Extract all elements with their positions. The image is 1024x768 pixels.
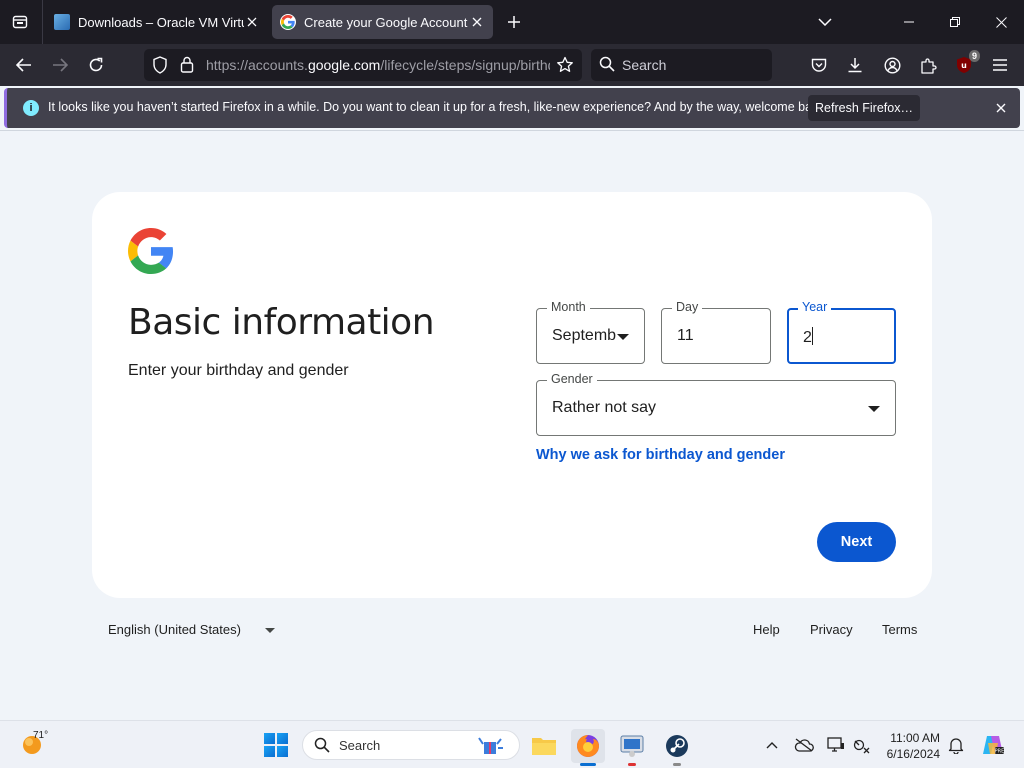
terms-link[interactable]: Terms <box>882 622 917 637</box>
tracking-protection-shield-icon[interactable] <box>152 56 168 79</box>
tab-virtualbox-downloads[interactable]: Downloads – Oracle VM VirtualBox <box>46 5 268 39</box>
clock-date: 6/16/2024 <box>886 747 940 761</box>
url-domain: google.com <box>307 57 381 73</box>
info-icon: i <box>23 100 39 116</box>
show-hidden-icons-chevron-up-icon[interactable] <box>762 735 782 755</box>
windows-taskbar: 71° Search 11:00 AM 6/16/2024 PRE <box>0 720 1024 768</box>
account-icon[interactable] <box>879 52 905 78</box>
clock-time: 11:00 AM <box>890 731 940 745</box>
onedrive-offline-icon[interactable] <box>794 735 814 755</box>
search-icon <box>314 737 330 758</box>
svg-text:u: u <box>961 61 967 70</box>
steam-taskbar-icon[interactable] <box>660 729 694 766</box>
close-tab-icon[interactable] <box>469 14 485 30</box>
new-tab-plus-icon[interactable] <box>504 12 524 32</box>
copilot-icon[interactable]: PRE <box>980 732 1006 758</box>
address-bar[interactable]: https://accounts.google.com/lifecycle/st… <box>144 49 582 81</box>
search-highlight-gift-icon <box>475 736 507 761</box>
close-tab-icon[interactable] <box>244 14 260 30</box>
pocket-icon[interactable] <box>806 52 832 78</box>
network-disconnected-icon[interactable] <box>852 735 872 755</box>
tab-title: Downloads – Oracle VM VirtualBox <box>78 14 244 30</box>
firefox-taskbar-icon[interactable] <box>571 729 605 766</box>
ublock-origin-icon[interactable]: u 9 <box>951 50 980 78</box>
gender-select[interactable]: Gender Rather not say <box>536 372 896 436</box>
day-value: 11 <box>677 327 694 344</box>
close-window-icon[interactable] <box>978 0 1024 44</box>
page-subtitle: Enter your birthday and gender <box>128 362 349 379</box>
gender-value: Rather not say <box>552 399 657 416</box>
tab-create-google-account[interactable]: Create your Google Account <box>272 5 493 39</box>
lock-icon[interactable] <box>180 56 194 78</box>
extensions-puzzle-icon[interactable] <box>915 52 941 78</box>
virtualbox-taskbar-icon[interactable] <box>615 729 649 766</box>
gender-label: Gender <box>547 372 597 386</box>
forward-arrow-icon[interactable] <box>46 51 74 79</box>
url-prefix: https://accounts. <box>206 57 308 73</box>
signup-card: Basic information Enter your birthday an… <box>92 192 932 598</box>
url-path: /lifecycle/steps/signup/birthdaygender <box>380 57 550 73</box>
language-selector[interactable]: English (United States) <box>108 622 241 637</box>
file-explorer-icon[interactable] <box>527 729 561 763</box>
tab-bar: Downloads – Oracle VM VirtualBox Create … <box>0 0 1024 44</box>
active-app-indicator <box>580 763 596 766</box>
navigation-toolbar: https://accounts.google.com/lifecycle/st… <box>0 44 1024 86</box>
bookmark-star-icon[interactable] <box>556 56 574 79</box>
back-arrow-icon[interactable] <box>10 51 38 79</box>
display-icon[interactable] <box>826 735 846 755</box>
privacy-link[interactable]: Privacy <box>810 622 853 637</box>
content-divider <box>0 130 1024 131</box>
notification-message: It looks like you haven’t started Firefo… <box>48 100 829 114</box>
downloads-icon[interactable] <box>842 52 868 78</box>
gender-dropdown-caret-icon <box>868 406 880 412</box>
page-title: Basic information <box>128 302 435 343</box>
day-input[interactable]: Day 11 <box>661 300 771 364</box>
search-bar[interactable]: Search <box>591 49 772 81</box>
year-input[interactable]: Year 2 <box>787 300 896 364</box>
list-all-tabs-chevron-down-icon[interactable] <box>814 12 836 32</box>
month-value: Septemb <box>552 327 617 344</box>
year-value: 2 <box>803 329 812 346</box>
app-running-indicator <box>628 763 636 766</box>
notifications-bell-icon[interactable] <box>946 735 966 755</box>
text-cursor <box>811 327 813 345</box>
reload-icon[interactable] <box>82 51 110 79</box>
search-icon <box>599 56 615 77</box>
refresh-firefox-notification: i It looks like you haven’t started Fire… <box>4 88 1020 128</box>
extension-badge: 9 <box>968 50 980 62</box>
system-clock[interactable]: 11:00 AM 6/16/2024 <box>878 730 940 762</box>
google-logo-icon <box>128 228 174 279</box>
tab-title: Create your Google Account <box>304 14 468 30</box>
close-notification-icon[interactable] <box>993 100 1009 116</box>
month-dropdown-caret-icon <box>617 334 629 340</box>
help-link[interactable]: Help <box>753 622 780 637</box>
app-running-indicator <box>673 763 681 766</box>
next-button[interactable]: Next <box>817 522 896 562</box>
search-placeholder: Search <box>622 57 667 73</box>
year-value-wrap: 2 <box>803 327 813 347</box>
restore-icon[interactable] <box>932 0 978 44</box>
year-label: Year <box>798 300 832 314</box>
url-text[interactable]: https://accounts.google.com/lifecycle/st… <box>206 57 550 73</box>
firefox-view-icon[interactable] <box>8 10 32 34</box>
tab-separator <box>42 0 43 44</box>
month-select[interactable]: Month Septemb <box>536 300 645 364</box>
minimize-icon[interactable] <box>886 0 932 44</box>
taskbar-search[interactable]: Search <box>302 730 520 760</box>
start-windows-icon[interactable] <box>264 733 288 757</box>
virtualbox-favicon-icon <box>54 14 70 30</box>
day-label: Day <box>672 300 703 314</box>
temperature: 71° <box>33 730 49 741</box>
language-caret-icon[interactable] <box>265 628 275 633</box>
app-menu-hamburger-icon[interactable] <box>987 52 1013 78</box>
month-label: Month <box>547 300 590 314</box>
refresh-firefox-button[interactable]: Refresh Firefox… <box>808 95 920 121</box>
taskbar-search-placeholder: Search <box>339 738 381 753</box>
svg-text:PRE: PRE <box>995 749 1005 755</box>
google-favicon-icon <box>280 14 296 30</box>
why-birthday-gender-link[interactable]: Why we ask for birthday and gender <box>536 447 785 463</box>
